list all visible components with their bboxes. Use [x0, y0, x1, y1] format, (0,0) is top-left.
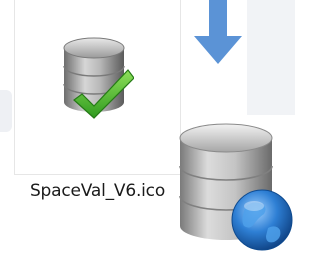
- database-checkmark-icon: [63, 37, 134, 119]
- database-globe-icon: [179, 123, 293, 251]
- file-name-label: SpaceVal_V6.ico: [29, 181, 166, 201]
- background-shape-left: [0, 90, 12, 132]
- down-arrow-icon: [194, 0, 242, 64]
- file-tile[interactable]: [14, 0, 181, 175]
- background-shape-right: [247, 0, 295, 115]
